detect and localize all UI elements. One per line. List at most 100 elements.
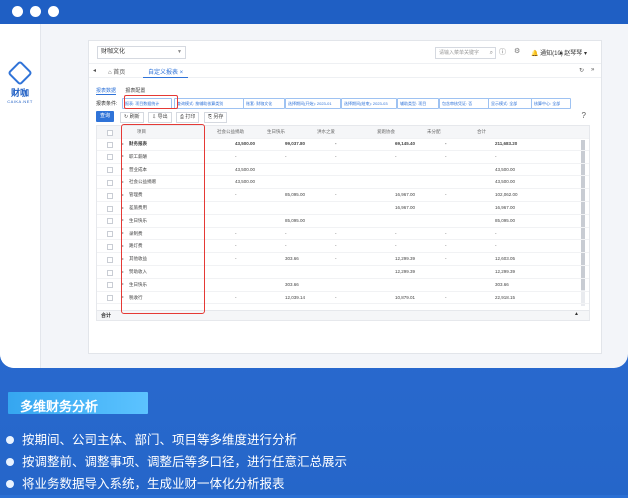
tab-home[interactable]: ⌂ 首页 xyxy=(103,66,130,77)
window-dot-maximize[interactable] xyxy=(48,6,59,17)
company-select[interactable]: 财咖文化 ▼ xyxy=(97,46,186,59)
row-value-cell: 303.66 xyxy=(495,281,509,287)
filter-chip-display-mode[interactable]: 显示模式: 全部 xyxy=(488,98,532,109)
row-value-cell: - xyxy=(285,243,287,249)
row-value-cell: 303.66 xyxy=(285,256,299,262)
row-value-cell: 43,500.00 xyxy=(495,166,516,172)
row-value-cell: - xyxy=(445,294,447,300)
filter-chip-query-mode[interactable]: 查询模式: 按辅助核算类别 xyxy=(174,98,244,109)
window-titlebar xyxy=(0,0,628,24)
logo-mark-icon xyxy=(7,60,33,86)
column-header[interactable]: 爱跑协会 xyxy=(377,129,395,135)
tab-prev-icon[interactable]: ◂ xyxy=(93,67,96,74)
row-value-cell: 211,683.20 xyxy=(495,141,518,146)
row-checkbox[interactable] xyxy=(107,192,113,199)
row-value-cell: - xyxy=(445,192,447,198)
row-value-cell: 85,095.00 xyxy=(285,217,306,223)
menu-search-input[interactable]: 请输入菜单关键字 ⌕ xyxy=(435,47,496,59)
column-header[interactable]: 未分配 xyxy=(427,129,441,135)
filter-chip-aux-type[interactable]: 辅助类型: 项目 xyxy=(397,98,439,109)
row-value-cell: 12,039.14 xyxy=(285,294,306,300)
settings-icon[interactable]: ⚙ xyxy=(514,47,520,55)
filter-chip-period-end[interactable]: 选择期间(结束): 2023-03 xyxy=(341,98,397,109)
feature-bullet-text: 按调整前、调整事项、调整后等多口径，进行任意汇总展示 xyxy=(22,455,348,469)
row-value-cell: 85,095.00 xyxy=(495,217,516,223)
row-checkbox[interactable] xyxy=(107,141,113,148)
row-checkbox[interactable] xyxy=(107,205,113,212)
row-value-cell: - xyxy=(235,256,237,262)
user-menu[interactable]: ● 赵琴琴 ▾ xyxy=(559,48,587,57)
print-label: 打印 xyxy=(185,114,196,120)
help-circle-icon[interactable]: ? xyxy=(582,111,586,120)
filter-chip-center[interactable]: 核算中心: 全部 xyxy=(531,98,571,109)
row-value-cell: 303.66 xyxy=(285,281,299,287)
row-value-cell: - xyxy=(335,243,337,249)
row-checkbox[interactable] xyxy=(107,218,113,225)
row-value-cell: - xyxy=(495,243,497,249)
refresh-button[interactable]: ↻ 刷新 xyxy=(120,112,144,123)
row-value-cell: - xyxy=(235,192,237,198)
column-header[interactable]: 生日快乐 xyxy=(267,129,285,135)
subtab-report-data[interactable]: 报表数据 xyxy=(96,88,117,95)
row-checkbox[interactable] xyxy=(107,282,113,289)
filter-chip-period-start[interactable]: 选择期间(开始): 2023-01 xyxy=(285,98,341,109)
row-value-cell: 16,967.00 xyxy=(395,192,416,198)
row-checkbox[interactable] xyxy=(107,167,113,174)
window-dot-close[interactable] xyxy=(12,6,23,17)
feature-bullet: 按期间、公司主体、部门、项目等多维度进行分析 xyxy=(6,432,606,454)
row-checkbox[interactable] xyxy=(107,269,113,276)
bullet-dot-icon xyxy=(6,436,14,444)
column-header[interactable]: 合计 xyxy=(477,129,486,135)
window-dot-minimize[interactable] xyxy=(30,6,41,17)
print-button[interactable]: ⎙ 打印 xyxy=(176,112,200,123)
row-value-cell: - xyxy=(285,230,287,236)
highlight-project-column xyxy=(121,124,205,314)
action-toolbar: 查询 ↻ 刷新 ⇩ 导出 ⎙ 打印 ⎘ 另存 ? xyxy=(96,111,586,123)
subtab-report-config[interactable]: 报表配置 xyxy=(125,88,145,94)
row-value-cell: 43,500.00 xyxy=(235,179,256,185)
export-button[interactable]: ⇩ 导出 xyxy=(148,112,172,123)
help-icon[interactable]: ⓘ xyxy=(499,47,506,57)
feature-bullet-text: 按期间、公司主体、部门、项目等多维度进行分析 xyxy=(22,433,298,447)
row-value-cell: - xyxy=(445,153,447,159)
row-checkbox[interactable] xyxy=(107,179,113,186)
feature-bullet: 按调整前、调整事项、调整后等多口径，进行任意汇总展示 xyxy=(6,454,606,476)
export-label: 导出 xyxy=(157,114,168,120)
user-name: 赵琴琴 xyxy=(564,51,583,57)
select-all-checkbox[interactable] xyxy=(107,129,113,136)
top-toolbar: 财咖文化 ▼ 请输入菜单关键字 ⌕ ⓘ ⚙ 🔔 通知(10) ● 赵琴琴 ▾ xyxy=(89,41,601,64)
row-value-cell: 102,062.00 xyxy=(495,192,518,198)
row-checkbox[interactable] xyxy=(107,243,113,250)
row-value-cell: - xyxy=(235,153,237,159)
tab-next-icon[interactable]: » xyxy=(591,67,594,73)
filter-chip-book[interactable]: 账套: 财咖文化 xyxy=(243,98,285,109)
footer-total-label: 合计 xyxy=(101,313,112,319)
row-value-cell: 12,603.05 xyxy=(495,256,516,262)
row-value-cell: 12,299.39 xyxy=(395,256,416,262)
bullet-dot-icon xyxy=(6,480,14,488)
row-value-cell: - xyxy=(335,141,337,146)
save-label: 另存 xyxy=(213,114,224,120)
company-select-value: 财咖文化 xyxy=(101,49,126,55)
row-value-cell: - xyxy=(495,153,497,159)
row-value-cell: - xyxy=(445,256,447,262)
row-value-cell: - xyxy=(235,243,237,249)
query-button[interactable]: 查询 xyxy=(96,111,114,122)
row-value-cell: 43,500.00 xyxy=(235,166,256,172)
save-as-button[interactable]: ⎘ 另存 xyxy=(204,112,228,123)
row-value-cell: - xyxy=(395,243,397,249)
row-checkbox[interactable] xyxy=(107,154,113,161)
refresh-tab-icon[interactable]: ↻ xyxy=(579,67,584,74)
feature-bullet-text: 将业务数据导入系统，生成业财一体化分析报表 xyxy=(22,477,285,491)
left-sidebar: 财咖 CAIKA.NET xyxy=(0,24,41,368)
row-value-cell: - xyxy=(335,192,337,198)
column-header[interactable]: 洪水之爱 xyxy=(317,129,335,135)
tab-custom-report[interactable]: 自定义报表 × xyxy=(143,66,189,78)
row-checkbox[interactable] xyxy=(107,256,113,263)
column-header[interactable]: 社会公益捐助 xyxy=(217,129,244,135)
row-checkbox[interactable] xyxy=(107,231,113,238)
collapse-up-icon[interactable]: ▲ xyxy=(574,311,579,317)
filter-chip-include-audit[interactable]: 包含审核凭证: 否 xyxy=(439,98,489,109)
bell-icon: 🔔 xyxy=(531,51,539,57)
row-checkbox[interactable] xyxy=(107,295,113,302)
